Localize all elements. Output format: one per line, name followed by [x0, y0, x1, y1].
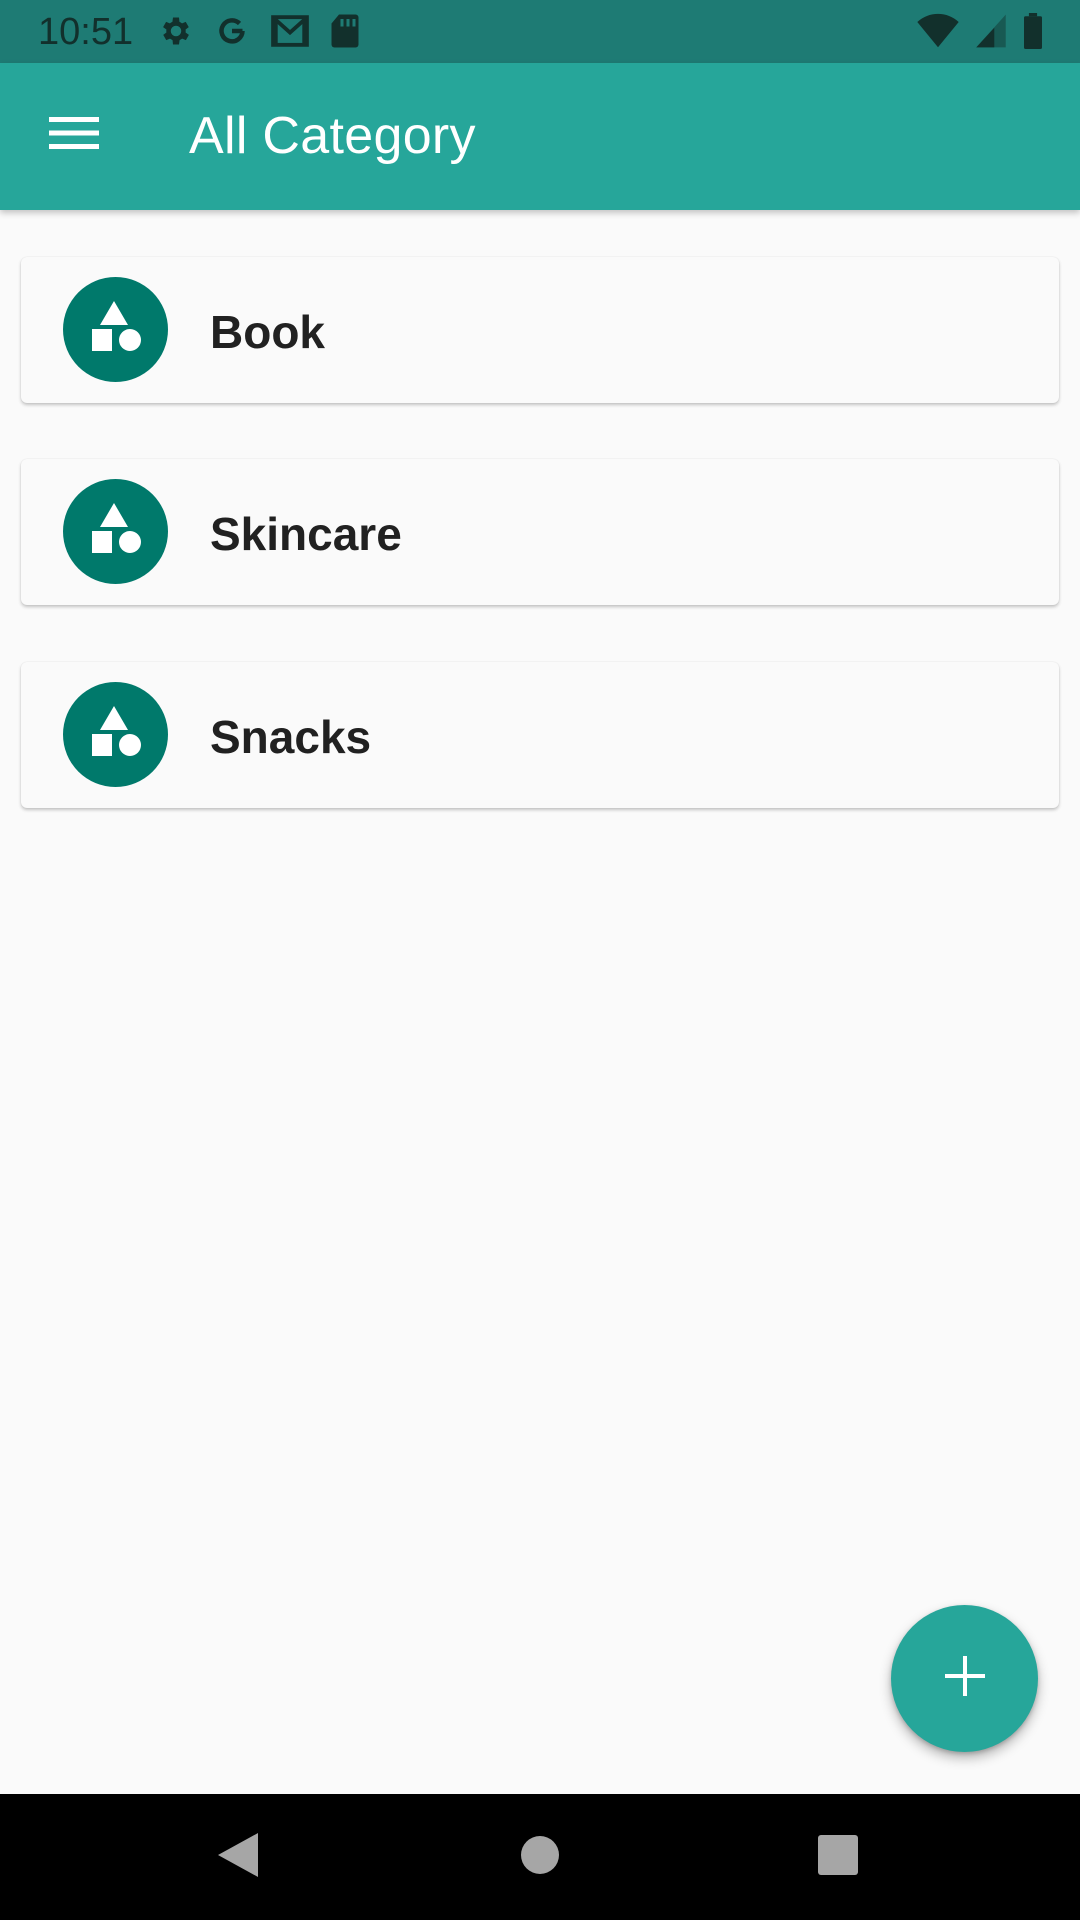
category-card-snacks[interactable]: Snacks	[21, 662, 1059, 808]
gmail-icon	[270, 14, 310, 48]
home-icon	[520, 1835, 560, 1880]
category-name: Book	[210, 306, 325, 358]
category-avatar	[63, 479, 168, 584]
status-bar: 10:51	[0, 0, 1080, 63]
category-name: Snacks	[210, 711, 372, 763]
system-nav-bar	[0, 1794, 1080, 1920]
screen: 10:51 All Category Book Skincare Snacks	[0, 0, 1080, 1920]
sd-card-icon	[330, 13, 360, 49]
category-shapes-icon	[88, 501, 144, 562]
category-shapes-icon	[88, 704, 144, 765]
settings-icon	[158, 13, 194, 49]
add-icon	[944, 1656, 985, 1701]
nav-back-button[interactable]	[198, 1817, 278, 1897]
wifi-icon	[916, 13, 960, 49]
status-time: 10:51	[38, 11, 134, 53]
cellular-signal-icon	[974, 13, 1008, 49]
status-icons-right	[916, 13, 1044, 49]
category-avatar	[63, 277, 168, 382]
category-name: Skincare	[210, 508, 402, 560]
battery-icon	[1022, 13, 1044, 49]
app-bar: All Category	[0, 63, 1080, 210]
category-card-skincare[interactable]: Skincare	[21, 459, 1059, 605]
status-icons-left	[158, 13, 360, 49]
category-card-book[interactable]: Book	[21, 257, 1059, 403]
menu-button[interactable]	[34, 95, 114, 175]
nav-recents-button[interactable]	[798, 1817, 878, 1897]
back-icon	[216, 1831, 260, 1884]
category-shapes-icon	[88, 299, 144, 360]
hamburger-menu-icon	[49, 115, 99, 156]
nav-home-button[interactable]	[500, 1817, 580, 1897]
page-title: All Category	[189, 107, 476, 165]
add-category-button[interactable]	[891, 1605, 1038, 1752]
google-icon	[214, 13, 250, 49]
recents-icon	[817, 1834, 859, 1881]
category-avatar	[63, 682, 168, 787]
